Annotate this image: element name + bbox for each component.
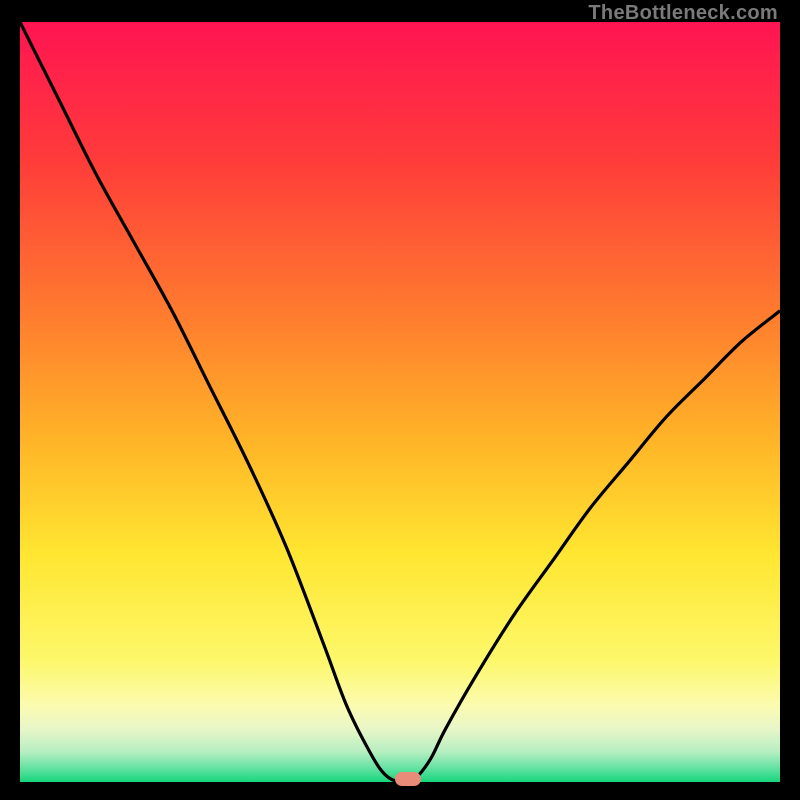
plot-frame (20, 22, 780, 782)
chart-stage: TheBottleneck.com (0, 0, 800, 800)
optimal-point-marker (395, 772, 421, 786)
bottleneck-curve (20, 22, 780, 782)
curve-path (20, 22, 780, 782)
